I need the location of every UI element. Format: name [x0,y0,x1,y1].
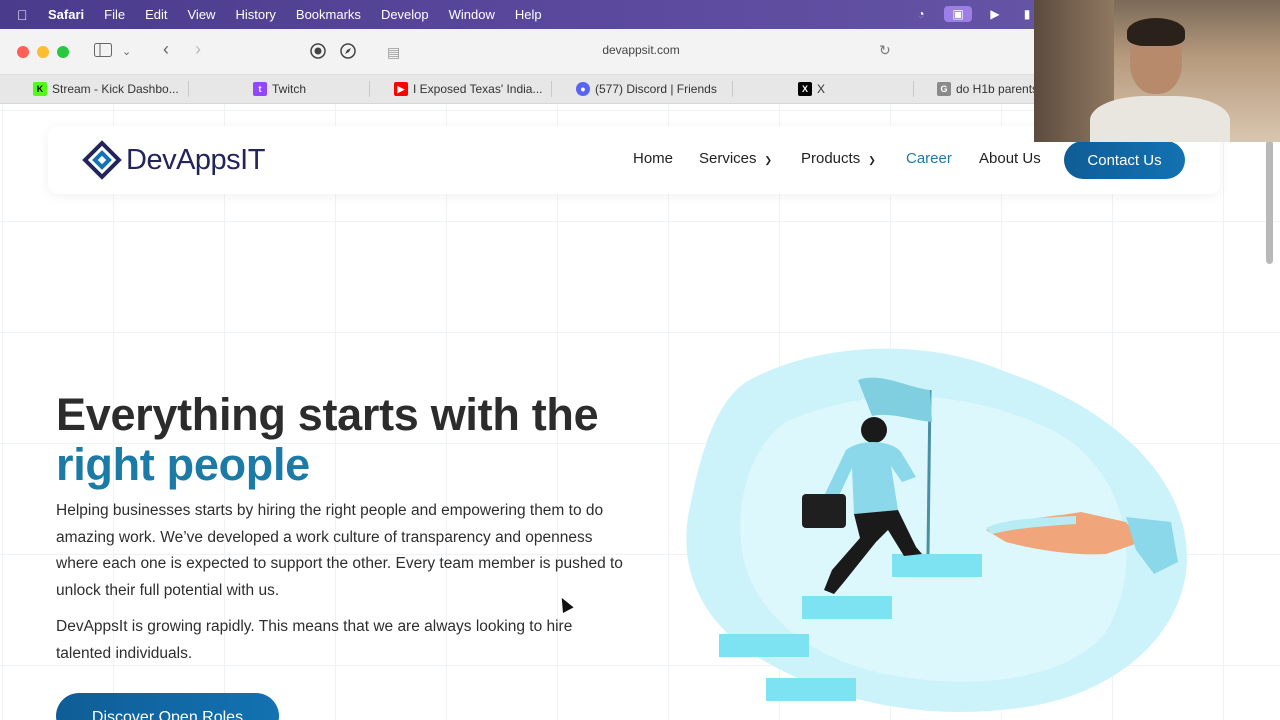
back-icon[interactable]: ‹ [163,40,169,58]
close-window-button[interactable] [17,46,29,58]
sidebar-icon[interactable] [94,43,112,61]
diamond-logo-icon [82,140,122,180]
address-bar[interactable]: devappsit.com [500,43,782,57]
hero-headline: Everything starts with the right people [56,389,599,490]
tab-label: do H1b parents [956,82,1039,96]
web-page: DevAppsIT Home Services ❯ Products ❯ Caree… [0,104,1280,720]
forward-icon[interactable]: › [195,40,201,58]
discover-open-roles-button[interactable]: Discover Open Roles [56,693,279,720]
nav-career[interactable]: Career [906,150,952,167]
tab-twitch[interactable]: t Twitch [253,75,306,103]
menu-history[interactable]: History [235,7,275,22]
tab-label: Twitch [272,82,307,96]
tab-discord[interactable]: ● (577) Discord | Friends [576,75,717,103]
youtube-icon: ▶ [394,82,408,96]
tab-x[interactable]: X X [798,75,825,103]
chevron-down-icon[interactable]: ⌄ [122,43,131,61]
minimize-window-button[interactable] [37,46,49,58]
reload-icon[interactable]: ↻ [879,42,891,59]
reader-icon[interactable]: ▤ [387,43,400,61]
screen-mirror-icon[interactable]: ▣ [944,6,972,22]
webcam-overlay [1034,0,1280,142]
chevron-down-icon: ❯ [868,155,876,165]
headline-line-1: Everything starts with the [56,389,599,440]
kick-icon: K [33,82,47,96]
menu-develop[interactable]: Develop [381,7,429,22]
chevron-down-icon: ❯ [764,155,773,165]
tab-youtube[interactable]: ▶ I Exposed Texas' India... [394,75,542,103]
hero-paragraph-1: Helping businesses starts by hiring the … [56,502,623,600]
google-icon: G [937,82,951,96]
logo-wordmark: DevAppsIT [126,143,265,176]
tab-label: I Exposed Texas' India... [413,82,543,96]
nav-products-label: Products [801,150,861,167]
nav-products[interactable]: Products ❯ [801,150,876,167]
scrollbar[interactable] [1266,140,1273,264]
menu-window[interactable]: Window [449,7,495,22]
contact-us-button[interactable]: Contact Us [1064,141,1185,179]
site-logo[interactable]: DevAppsIT [82,140,265,180]
record-extension-icon[interactable] [310,43,326,63]
hero-paragraph-2: DevAppsIt is growing rapidly. This means… [56,618,573,662]
play-icon[interactable]: ▶ [986,6,1004,22]
zoom-window-button[interactable] [57,46,69,58]
menu-bookmarks[interactable]: Bookmarks [296,7,361,22]
twitch-icon: t [253,82,267,96]
tab-label: (577) Discord | Friends [595,82,717,96]
menu-app-safari[interactable]: Safari [48,7,84,22]
compass-extension-icon[interactable] [340,43,356,63]
menu-file[interactable]: File [104,7,125,22]
nav-services[interactable]: Services ❯ [699,150,772,167]
career-illustration [686,348,1187,712]
menu-edit[interactable]: Edit [145,7,167,22]
menu-help[interactable]: Help [515,7,542,22]
nav-about[interactable]: About Us [979,150,1041,167]
discord-icon: ● [576,82,590,96]
tab-label: X [817,82,826,96]
menu-view[interactable]: View [188,7,216,22]
tab-google[interactable]: G do H1b parents [937,75,1038,103]
nav-services-label: Services [699,150,757,167]
tab-kick[interactable]: K Stream - Kick Dashbo... [33,75,179,103]
user-switch-icon[interactable]: ◔ [912,6,930,22]
status-icons: ◔ ▣ ▶ ▮ [912,6,1036,22]
headline-line-2: right people [56,439,310,490]
apple-icon[interactable]:  [17,7,31,23]
x-icon: X [798,82,812,96]
nav-home[interactable]: Home [633,150,673,167]
tab-label: Stream - Kick Dashbo... [52,82,179,96]
